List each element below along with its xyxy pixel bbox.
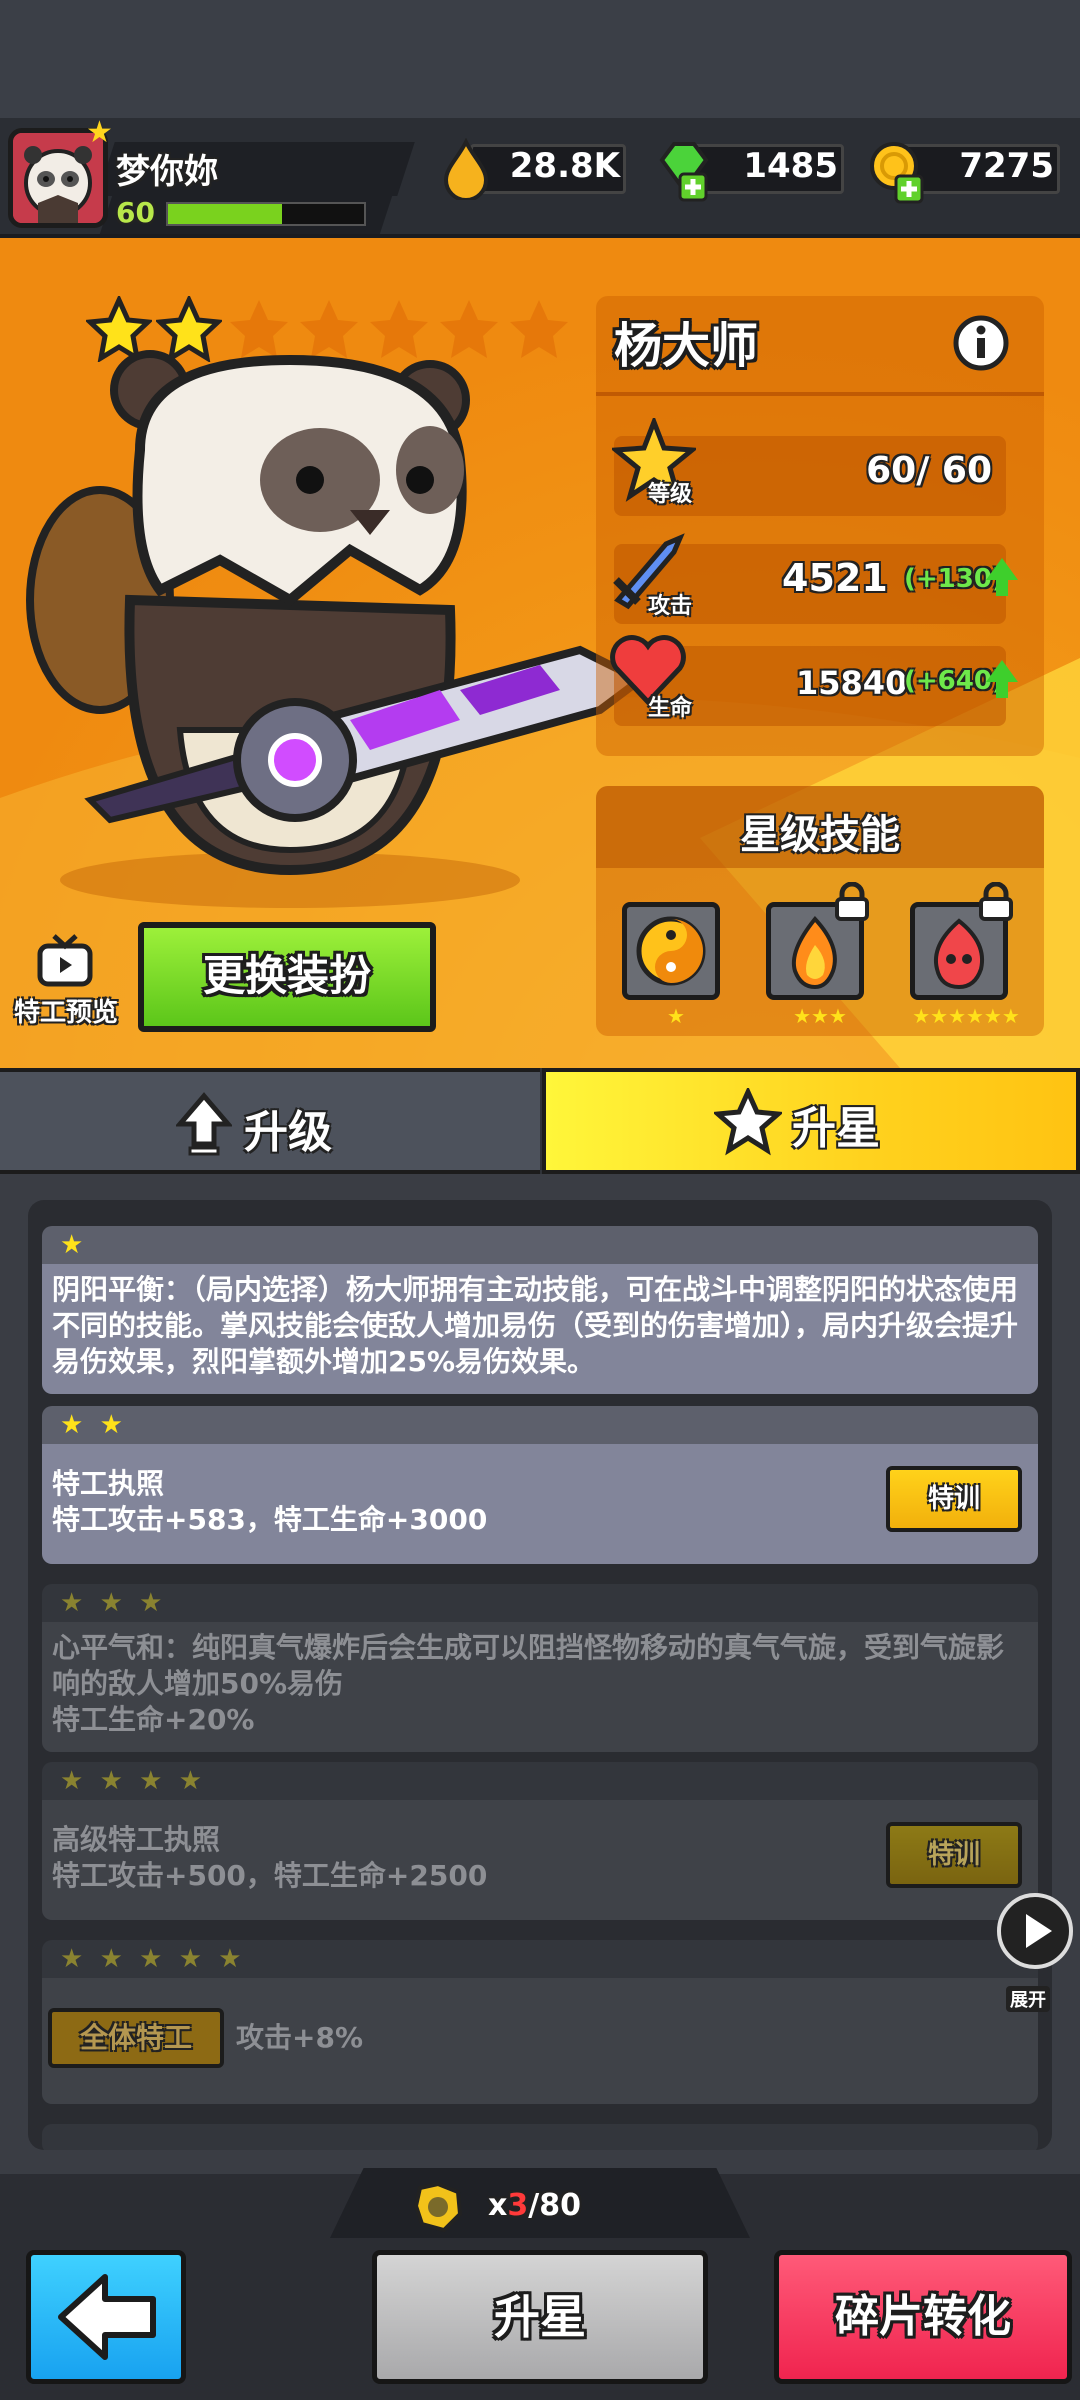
yin-yang-icon bbox=[636, 916, 706, 986]
coin-value: 7275 bbox=[959, 146, 1054, 186]
skill-6-stars: ★★★★★★ bbox=[912, 1004, 1020, 1028]
shard-x: x bbox=[488, 2188, 508, 2223]
stat-hp-value: 15840 bbox=[796, 664, 908, 702]
stat-level-value: 60/ 60 bbox=[866, 450, 992, 491]
gem-icon bbox=[659, 142, 709, 202]
gem-value: 1485 bbox=[743, 146, 838, 186]
energy-drop-icon bbox=[443, 138, 489, 200]
tab-upgrade[interactable]: 升级 bbox=[0, 1068, 540, 1174]
star-list-panel[interactable]: ★ 阴阳平衡：（局内选择）杨大师拥有主动技能，可在战斗中调整阴阳的状态使用不同的… bbox=[28, 1200, 1052, 2150]
star-level-2-stars: ★ ★ bbox=[60, 1410, 127, 1440]
star-level-3-stars: ★ ★ ★ bbox=[60, 1588, 167, 1618]
star-level-1-card: ★ 阴阳平衡：（局内选择）杨大师拥有主动技能，可在战斗中调整阴阳的状态使用不同的… bbox=[42, 1226, 1038, 1394]
attack-up-arrow-icon bbox=[986, 558, 1018, 580]
expand-side-button[interactable]: 展开 bbox=[994, 1890, 1076, 2012]
star-level-2-title: 特工执照 bbox=[52, 1467, 165, 1500]
play-circle-icon bbox=[997, 1893, 1073, 1969]
coin-icon bbox=[870, 142, 924, 204]
level-progress-fill bbox=[168, 204, 282, 224]
star-level-5-stars: ★ ★ ★ ★ ★ bbox=[60, 1944, 246, 1974]
back-arrow-icon bbox=[58, 2274, 156, 2360]
stat-attack-label: 攻击 bbox=[648, 594, 693, 619]
star-level-2-text: 特工攻击+583，特工生命+3000 bbox=[52, 1503, 488, 1536]
train-button-4[interactable]: 特训 bbox=[886, 1822, 1022, 1888]
energy-value: 28.8K bbox=[509, 146, 620, 186]
stat-attack-value: 4521 bbox=[782, 556, 888, 600]
attack-up-arrow-stem bbox=[996, 580, 1008, 596]
shard-convert-button[interactable]: 碎片转化 bbox=[774, 2250, 1072, 2384]
player-name: 梦你妳 bbox=[116, 152, 218, 192]
star-up-button[interactable]: 升星 bbox=[372, 2250, 708, 2384]
hero-info-panel: 杨大师 等级 60/ 60 攻击 4521 (+130) 生命 15840 (+… bbox=[596, 296, 1044, 756]
change-outfit-label: 更换装扮 bbox=[202, 951, 371, 1000]
tab-upgrade-label: 升级 bbox=[244, 1107, 332, 1158]
star-tab-icon bbox=[714, 1088, 782, 1156]
stat-level-label: 等级 bbox=[648, 482, 693, 507]
skill-3-lock-icon bbox=[832, 881, 872, 922]
hero-name: 杨大师 bbox=[614, 318, 759, 374]
star-level-1-stars: ★ bbox=[60, 1230, 88, 1260]
star-level-4-title: 高级特工执照 bbox=[52, 1823, 221, 1856]
tab-star-up[interactable]: 升星 bbox=[542, 1068, 1080, 1174]
train-button-2[interactable]: 特训 bbox=[886, 1466, 1022, 1532]
star-level-4-text: 特工攻击+500，特工生命+2500 bbox=[52, 1859, 488, 1892]
resource-gem[interactable]: 1485 bbox=[654, 138, 848, 202]
shard-convert-label: 碎片转化 bbox=[835, 2291, 1011, 2342]
stat-level-row: 等级 60/ 60 bbox=[612, 418, 1006, 516]
hero-preview-label: 特工预览 bbox=[13, 998, 118, 1028]
hp-up-arrow-icon bbox=[986, 660, 1018, 682]
star-level-4-card: ★ ★ ★ ★ 高级特工执照 特工攻击+500，特工生命+2500 特训 bbox=[42, 1762, 1038, 1920]
stat-attack-row: 攻击 4521 (+130) bbox=[613, 533, 1018, 624]
hero-info-button[interactable] bbox=[952, 314, 1010, 372]
star-level-5-card: ★ ★ ★ ★ ★ 全体特工 攻击+8% bbox=[42, 1940, 1038, 2104]
info-divider bbox=[596, 392, 1044, 396]
star-skills-panel: 星级技能 ★ ★★★ ★★★★★★ bbox=[596, 786, 1044, 1036]
star-level-3-card: ★ ★ ★ 心平气和：纯阳真气爆炸后会生成可以阻挡怪物移动的真气气旋，受到气旋影… bbox=[42, 1584, 1038, 1752]
info-icon bbox=[953, 315, 1009, 371]
stat-hp-row: 生命 15840 (+640) bbox=[610, 635, 1018, 726]
skill-3-stars: ★★★ bbox=[793, 1004, 847, 1028]
skill-1-stars: ★ bbox=[667, 1004, 685, 1028]
star-level-5-text: 攻击+8% bbox=[236, 2021, 363, 2054]
star-level-1-text: 阴阳平衡：（局内选择）杨大师拥有主动技能，可在战斗中调整阴阳的状态使用不同的技能… bbox=[42, 1264, 1038, 1394]
resource-coin[interactable]: 7275 bbox=[868, 138, 1064, 204]
shard-counter: x3/80 bbox=[410, 2180, 710, 2236]
avatar-badge-icon: ★ bbox=[86, 115, 113, 150]
tab-star-label: 升星 bbox=[792, 1103, 880, 1154]
hp-up-arrow-stem bbox=[996, 682, 1008, 698]
level-progress-bar bbox=[166, 202, 366, 226]
shard-total: /80 bbox=[528, 2188, 581, 2223]
star-level-3-extra: 特工生命+20% bbox=[52, 1703, 255, 1736]
hero-panda-master-icon[interactable] bbox=[20, 350, 660, 910]
back-button[interactable] bbox=[26, 2250, 186, 2384]
star-level-2-card: ★ ★ 特工执照 特工攻击+583，特工生命+3000 特训 bbox=[42, 1406, 1038, 1564]
change-outfit-button[interactable]: 更换装扮 bbox=[138, 922, 436, 1032]
stat-hp-label: 生命 bbox=[648, 696, 693, 721]
skill-6-lock-icon bbox=[976, 881, 1016, 922]
status-bar bbox=[0, 0, 1080, 118]
skill-slot-1[interactable] bbox=[622, 902, 720, 1000]
resource-energy[interactable]: 28.8K bbox=[440, 138, 630, 200]
skills-title: 星级技能 bbox=[740, 812, 900, 858]
expand-label: 展开 bbox=[1006, 1986, 1050, 2012]
star-level-4-stars: ★ ★ ★ ★ bbox=[60, 1766, 207, 1796]
hero-shard-icon bbox=[413, 2181, 463, 2233]
upgrade-arrow-icon bbox=[176, 1092, 232, 1156]
star-up-label: 升星 bbox=[494, 2290, 586, 2344]
star-level-6-card-peek bbox=[42, 2124, 1038, 2150]
hero-preview-button[interactable]: 特工预览 bbox=[10, 932, 122, 1032]
player-level: 60 bbox=[116, 196, 155, 229]
all-agents-tag: 全体特工 bbox=[48, 2008, 224, 2068]
star-level-3-text: 心平气和：纯阳真气爆炸后会生成可以阻挡怪物移动的真气气旋，受到气旋影响的敌人增加… bbox=[52, 1631, 1005, 1700]
tv-preview-icon bbox=[37, 934, 93, 987]
shard-current: 3 bbox=[507, 2188, 529, 2223]
